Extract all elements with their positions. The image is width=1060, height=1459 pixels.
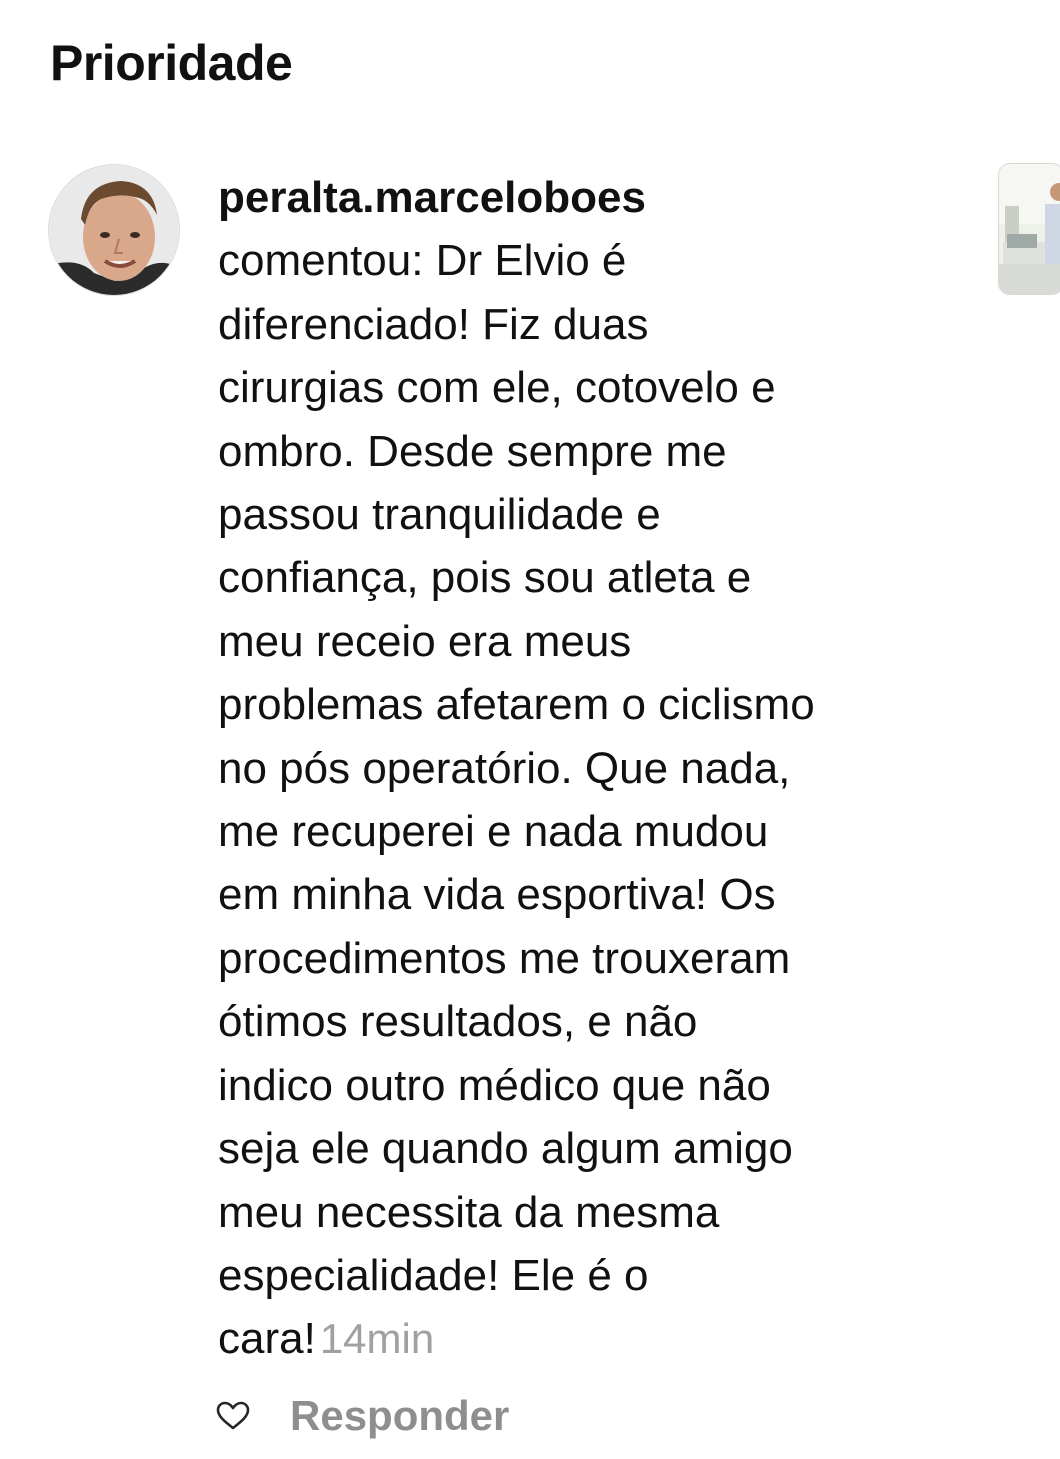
comment-line: confiança, pois sou atleta e (218, 553, 752, 603)
comment-line: ombro. Desde sempre me (218, 426, 727, 476)
post-thumbnail[interactable] (998, 163, 1060, 295)
post-thumbnail-image (999, 164, 1060, 294)
comment-line: meu receio era meus (218, 616, 632, 666)
comment-actions: Responder (216, 1388, 509, 1444)
section-title: Prioridade (50, 35, 293, 91)
comment-line: seja ele quando algum amigo (218, 1124, 793, 1174)
avatar[interactable] (48, 164, 180, 296)
comment-line: cara! (218, 1314, 316, 1364)
heart-outline-icon[interactable] (216, 1401, 250, 1431)
comment-line: especialidade! Ele é o (218, 1250, 649, 1300)
comment-line: problemas afetarem o ciclismo (218, 680, 815, 730)
comment-line: passou tranquilidade e (218, 490, 661, 540)
comment-line: comentou: Dr Elvio é (218, 236, 627, 286)
comment-last-line: cara!14min (218, 1307, 978, 1370)
comment-line: cirurgias com ele, cotovelo e (218, 363, 776, 413)
comment-line: no pós operatório. Que nada, (218, 743, 791, 793)
comment-line: ótimos resultados, e não (218, 997, 698, 1047)
comment-line: meu necessita da mesma (218, 1187, 720, 1237)
avatar-photo (49, 165, 179, 295)
comment: peralta.marceloboes comentou: Dr Elvio é… (218, 166, 978, 1371)
comment-timestamp: 14min (319, 1315, 435, 1363)
comment-line: procedimentos me trouxeram (218, 933, 791, 983)
comment-line: indico outro médico que não (218, 1060, 771, 1110)
comment-line: diferenciado! Fiz duas (218, 299, 649, 349)
comment-line: em minha vida esportiva! Os (218, 870, 776, 920)
comment-line: me recuperei e nada mudou (218, 807, 769, 857)
comment-username[interactable]: peralta.marceloboes (218, 166, 978, 229)
reply-button[interactable]: Responder (290, 1388, 509, 1444)
